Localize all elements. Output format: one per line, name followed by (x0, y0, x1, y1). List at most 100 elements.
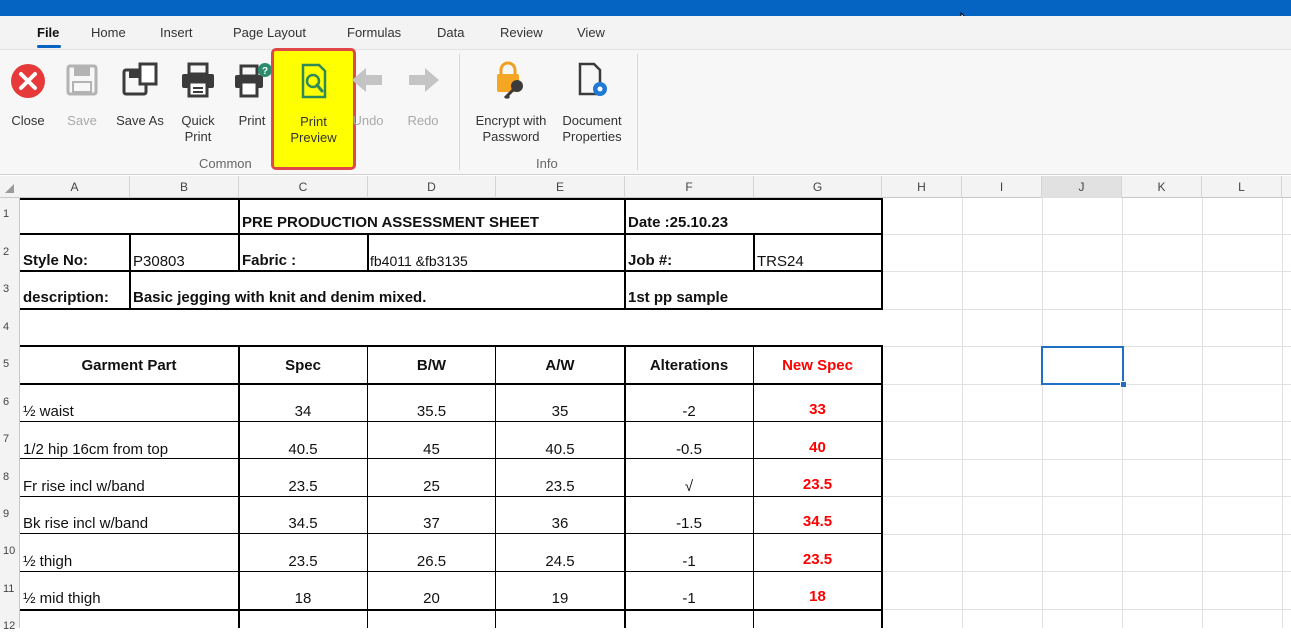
bw-cell[interactable]: 20 (368, 590, 495, 607)
column-header[interactable]: K (1122, 176, 1202, 198)
spec-cell[interactable]: 34 (239, 403, 367, 420)
row-header[interactable]: 1 (0, 208, 20, 220)
part-cell[interactable]: Fr rise incl w/band (23, 478, 145, 495)
row-header[interactable]: 11 (0, 583, 20, 595)
save-as-button[interactable]: Save As (112, 50, 168, 162)
row-header[interactable]: 4 (0, 321, 20, 333)
aw-cell[interactable]: 40.5 (496, 441, 624, 458)
column-header[interactable]: G (754, 176, 882, 198)
bw-cell[interactable]: 37 (368, 515, 495, 532)
bw-cell[interactable]: 45 (368, 441, 495, 458)
alteration-cell[interactable]: √ (625, 478, 753, 495)
alteration-cell[interactable]: -0.5 (625, 441, 753, 458)
tab-review[interactable]: Review (500, 25, 543, 40)
redo-button[interactable]: Redo (400, 50, 446, 162)
document-properties-button[interactable]: Document Properties (556, 50, 628, 162)
encrypt-with-password-button[interactable]: Encrypt with Password (470, 50, 552, 162)
alteration-cell[interactable]: -1 (625, 590, 753, 607)
row-header[interactable]: 12 (0, 620, 20, 632)
row-header[interactable]: 6 (0, 396, 20, 408)
part-cell[interactable]: 1/2 hip 16cm from top (23, 441, 168, 458)
aw-cell[interactable]: 35 (496, 403, 624, 420)
column-header[interactable]: B (130, 176, 239, 198)
column-header[interactable]: C (239, 176, 368, 198)
column-header[interactable]: L (1202, 176, 1282, 198)
column-header[interactable]: F (625, 176, 754, 198)
spec-cell[interactable]: 23.5 (239, 553, 367, 570)
bw-cell[interactable]: 25 (368, 478, 495, 495)
part-cell[interactable]: ½ thigh (23, 553, 72, 570)
tab-home[interactable]: Home (91, 25, 126, 40)
row-header[interactable]: 7 (0, 433, 20, 445)
select-all-icon[interactable] (5, 184, 14, 193)
tab-file[interactable]: File (37, 25, 59, 40)
column-header[interactable]: D (368, 176, 496, 198)
undo-button[interactable]: Undo (348, 50, 388, 162)
alteration-cell[interactable]: -1 (625, 553, 753, 570)
part-cell[interactable]: ½ mid thigh (23, 590, 101, 607)
quick-print-button[interactable]: Quick Print (174, 50, 222, 162)
new-spec-cell[interactable]: 34.5 (754, 513, 881, 530)
bw-cell[interactable]: 35.5 (368, 403, 495, 420)
row-header[interactable]: 9 (0, 508, 20, 520)
new-spec-cell[interactable]: 23.5 (754, 476, 881, 493)
bw-cell[interactable]: 26.5 (368, 553, 495, 570)
row-header[interactable]: 10 (0, 545, 20, 557)
print-button[interactable]: ? Print (228, 50, 276, 162)
fabric-label[interactable]: Fabric : (242, 252, 296, 269)
sheet-title[interactable]: PRE PRODUCTION ASSESSMENT SHEET (242, 214, 539, 231)
row-header[interactable]: 8 (0, 471, 20, 483)
spec-cell[interactable]: 40.5 (239, 441, 367, 458)
job-label[interactable]: Job #: (628, 252, 672, 269)
row-header[interactable]: 3 (0, 283, 20, 295)
aw-cell[interactable]: 36 (496, 515, 624, 532)
part-cell[interactable]: Bk rise incl w/band (23, 515, 148, 532)
save-button[interactable]: Save (58, 50, 106, 162)
new-spec-cell[interactable]: 40 (754, 439, 881, 456)
column-header[interactable]: E (496, 176, 625, 198)
tab-view[interactable]: View (577, 25, 605, 40)
aw-cell[interactable]: 19 (496, 590, 624, 607)
new-spec-cell[interactable]: 18 (754, 588, 881, 605)
style-label[interactable]: Style No: (23, 252, 88, 269)
row-header[interactable]: 5 (0, 358, 20, 370)
date-cell[interactable]: Date :25.10.23 (628, 214, 728, 231)
aw-cell[interactable]: 23.5 (496, 478, 624, 495)
spec-cell[interactable]: 34.5 (239, 515, 367, 532)
row-header[interactable]: 2 (0, 246, 20, 258)
alteration-cell[interactable]: -2 (625, 403, 753, 420)
table-header[interactable]: Spec (239, 357, 367, 374)
close-button[interactable]: Close (4, 50, 52, 162)
fabric-value[interactable]: fb4011 &fb3135 (370, 253, 468, 269)
column-header[interactable]: A (20, 176, 130, 198)
table-header[interactable]: B/W (368, 357, 495, 374)
column-header[interactable]: I (962, 176, 1042, 198)
part-cell[interactable]: ½ waist (23, 403, 74, 420)
group-separator (637, 54, 638, 170)
spec-cell[interactable]: 18 (239, 590, 367, 607)
aw-cell[interactable]: 24.5 (496, 553, 624, 570)
column-header[interactable]: H (882, 176, 962, 198)
new-spec-cell[interactable]: 23.5 (754, 551, 881, 568)
table-header[interactable]: Garment Part (20, 357, 238, 374)
tab-insert[interactable]: Insert (160, 25, 193, 40)
fill-handle[interactable] (1120, 381, 1127, 388)
style-value[interactable]: P30803 (133, 253, 185, 270)
column-header[interactable]: J (1042, 176, 1122, 198)
table-header[interactable]: Alterations (625, 357, 753, 374)
print-preview-button[interactable]: Print Preview (271, 48, 356, 170)
description-value[interactable]: Basic jegging with knit and denim mixed. (133, 289, 426, 306)
tab-data[interactable]: Data (437, 25, 464, 40)
description-label[interactable]: description: (23, 289, 109, 306)
table-header[interactable]: A/W (496, 357, 624, 374)
job-value[interactable]: TRS24 (757, 253, 804, 270)
spec-cell[interactable]: 23.5 (239, 478, 367, 495)
new-spec-cell[interactable]: 33 (754, 401, 881, 418)
alteration-cell[interactable]: -1.5 (625, 515, 753, 532)
sample-cell[interactable]: 1st pp sample (628, 289, 728, 306)
tab-page-layout[interactable]: Page Layout (233, 25, 306, 40)
table-header[interactable]: New Spec (754, 357, 881, 374)
selected-cell[interactable] (1041, 346, 1124, 385)
save-as-label: Save As (116, 113, 164, 128)
tab-formulas[interactable]: Formulas (347, 25, 401, 40)
